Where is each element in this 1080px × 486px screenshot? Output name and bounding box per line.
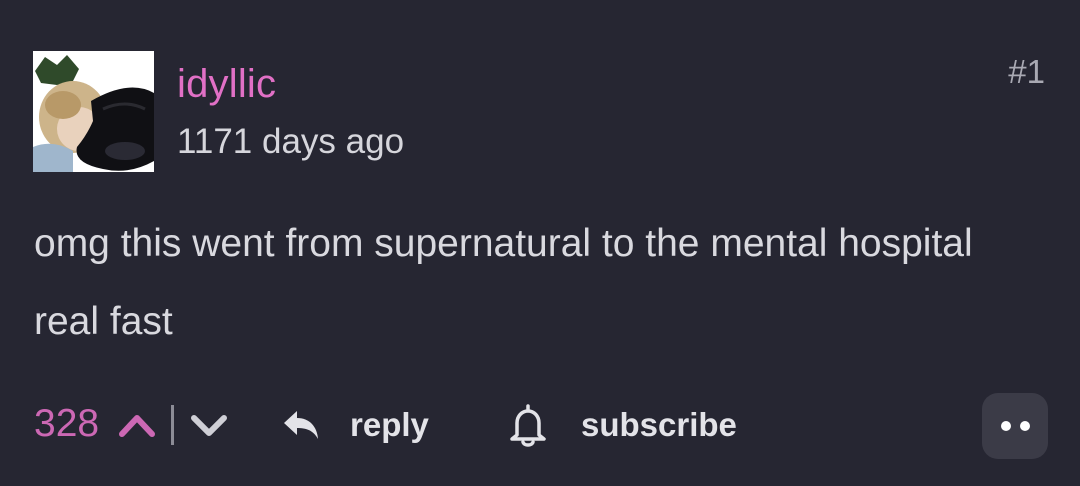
reply-button[interactable]: reply [282,403,429,447]
vote-divider [171,405,174,445]
comment-number[interactable]: #1 [1008,52,1045,92]
downvote-button[interactable] [188,410,230,440]
more-options-button[interactable] [982,393,1048,459]
bell-icon [510,404,546,447]
comment-timestamp: 1171 days ago [177,122,405,161]
chevron-down-icon [191,415,227,436]
chevron-up-icon [119,415,155,437]
subscribe-button[interactable]: subscribe [505,403,737,447]
user-avatar[interactable] [33,51,154,172]
avatar-image [33,51,154,172]
reply-label: reply [350,406,429,443]
vote-score: 328 [34,402,100,445]
username[interactable]: idyllic [177,60,276,108]
reply-arrow-icon [284,411,318,439]
more-dots-icon [1000,421,1011,431]
subscribe-label: subscribe [581,406,737,443]
more-dots-icon [1019,421,1030,431]
comment-actions-bar: 328 reply subscribe [0,390,1080,460]
comment-text: omg this went from supernatural to the m… [34,222,973,343]
upvote-button[interactable] [117,410,157,440]
comment-card: idyllic 1171 days ago #1 omg this went f… [0,0,1080,486]
